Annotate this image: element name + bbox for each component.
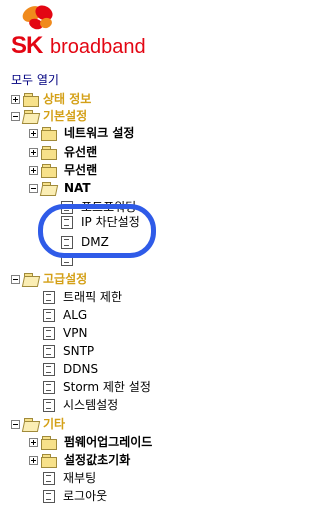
expand-icon[interactable]: [29, 148, 38, 157]
tree-item-logout[interactable]: 로그아웃: [43, 488, 203, 506]
expand-icon[interactable]: [29, 166, 38, 175]
tree-item-dmz[interactable]: DMZ: [61, 234, 201, 252]
document-icon: [43, 381, 56, 394]
tree-item-reboot[interactable]: 재부팅: [43, 470, 203, 488]
tree-label: 기본설정: [43, 109, 88, 123]
tree-item-ip-block[interactable]: IP 차단설정: [61, 214, 201, 232]
document-icon: [43, 472, 56, 485]
tree-label: 설정값초기화: [64, 453, 131, 467]
butterfly-icon: [22, 5, 53, 30]
tree-item-hidden[interactable]: [61, 251, 201, 269]
open-all-link[interactable]: 모두 열기: [11, 73, 59, 87]
tree-folder-network[interactable]: 네트워크 설정: [29, 125, 204, 143]
tree-item-vpn[interactable]: VPN: [43, 325, 203, 343]
tree-folder-wireless-lan[interactable]: 무선랜: [29, 162, 204, 180]
tree-label: 상태 정보: [43, 92, 92, 106]
tree-item-traffic-limit[interactable]: 트래픽 제한: [43, 289, 203, 307]
tree-label: 고급설정: [43, 272, 88, 286]
tree-label: 펌웨어업그레이드: [64, 435, 153, 449]
tree-item-system-settings[interactable]: 시스템설정: [43, 397, 203, 415]
brand-broadband: broadband: [50, 36, 146, 58]
folder-open-icon: [23, 273, 39, 286]
document-icon: [43, 345, 56, 358]
document-icon: [43, 327, 56, 340]
collapse-icon[interactable]: [11, 420, 20, 429]
folder-icon: [41, 164, 57, 178]
document-icon: [61, 216, 74, 229]
tree-category-basic[interactable]: 기본설정: [11, 108, 201, 126]
document-icon: [43, 363, 56, 376]
brand-sk: SK: [11, 32, 43, 59]
expand-icon[interactable]: [29, 129, 38, 138]
expand-icon[interactable]: [11, 95, 20, 104]
tree-item-sntp[interactable]: SNTP: [43, 343, 203, 361]
tree-label: 네트워크 설정: [64, 126, 135, 140]
tree-item-storm-limit[interactable]: Storm 제한 설정: [43, 379, 203, 397]
folder-icon: [41, 436, 57, 450]
tree-label: 재부팅: [63, 471, 97, 485]
tree-label: VPN: [63, 326, 88, 340]
tree-label: IP 차단설정: [81, 215, 140, 229]
document-icon: [61, 201, 74, 214]
tree-label: 무선랜: [64, 163, 98, 177]
tree-label: 포트포워딩: [81, 200, 137, 214]
expand-icon[interactable]: [29, 456, 38, 465]
tree-folder-wired-lan[interactable]: 유선랜: [29, 144, 204, 162]
collapse-icon[interactable]: [11, 275, 20, 284]
tree-item-alg[interactable]: ALG: [43, 307, 203, 325]
folder-icon: [41, 127, 57, 141]
tree-label: 시스템설정: [63, 398, 119, 412]
tree-label: Storm 제한 설정: [63, 380, 151, 394]
folder-open-icon: [23, 110, 39, 123]
tree-label: 로그아웃: [63, 489, 108, 503]
document-icon: [43, 291, 56, 304]
document-icon: [61, 253, 74, 266]
folder-icon: [23, 93, 39, 107]
folder-open-icon: [23, 418, 39, 431]
tree-category-etc[interactable]: 기타: [11, 416, 201, 434]
tree-folder-factory-reset[interactable]: 설정값초기화: [29, 452, 207, 470]
tree-label: ALG: [63, 308, 88, 322]
tree-folder-firmware-upgrade[interactable]: 펌웨어업그레이드: [29, 434, 207, 452]
document-icon: [43, 309, 56, 322]
tree-folder-nat[interactable]: NAT: [29, 180, 204, 198]
expand-icon[interactable]: [29, 438, 38, 447]
folder-open-icon: [41, 182, 57, 195]
tree-label: 기타: [43, 417, 66, 431]
collapse-icon[interactable]: [11, 112, 20, 121]
tree-category-status[interactable]: 상태 정보: [11, 91, 201, 109]
tree-label: NAT: [64, 181, 91, 195]
tree-label: DDNS: [63, 362, 99, 376]
tree-label: DMZ: [81, 235, 109, 249]
collapse-icon[interactable]: [29, 184, 38, 193]
document-icon: [61, 236, 74, 249]
tree-label: SNTP: [63, 344, 95, 358]
folder-icon: [41, 454, 57, 468]
document-icon: [43, 490, 56, 503]
tree-label: 유선랜: [64, 145, 98, 159]
tree-label: 트래픽 제한: [63, 290, 123, 304]
tree-item-ddns[interactable]: DDNS: [43, 361, 203, 379]
tree-category-advanced[interactable]: 고급설정: [11, 271, 201, 289]
logo: SK broadband: [8, 4, 203, 62]
folder-icon: [41, 146, 57, 160]
document-icon: [43, 399, 56, 412]
